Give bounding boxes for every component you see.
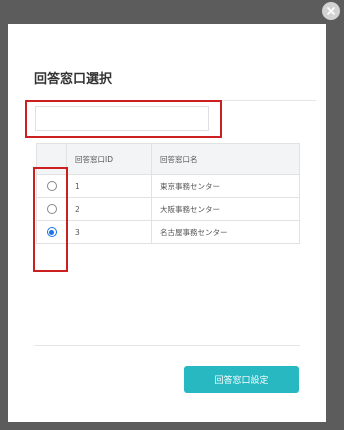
- cell-window-name: 名古屋事務センター: [151, 220, 300, 244]
- modal-dialog: 回答窓口選択 回答窓口ID 回答窓口名 1 東京事務センター 2 大阪事務センタ…: [8, 24, 326, 422]
- modal-title: 回答窓口選択: [34, 72, 113, 87]
- close-icon: [327, 7, 335, 15]
- cell-window-id: 1: [66, 174, 152, 198]
- header-window-id: 回答窓口ID: [66, 143, 152, 175]
- table-row[interactable]: 3 名古屋事務センター: [36, 220, 300, 244]
- cell-window-id: 2: [66, 197, 152, 221]
- cell-window-name: 東京事務センター: [151, 174, 300, 198]
- set-window-button[interactable]: 回答窓口設定: [184, 366, 299, 393]
- header-window-name: 回答窓口名: [151, 143, 300, 175]
- search-input[interactable]: [35, 106, 209, 131]
- table-row[interactable]: 2 大阪事務センター: [36, 197, 300, 221]
- cell-window-name: 大阪事務センター: [151, 197, 300, 221]
- close-button[interactable]: [322, 2, 340, 20]
- footer-divider: [34, 345, 300, 346]
- radio-highlight-box: [33, 167, 68, 272]
- table-header-row: 回答窓口ID 回答窓口名: [36, 143, 300, 175]
- window-table: 回答窓口ID 回答窓口名 1 東京事務センター 2 大阪事務センター 3 名古屋…: [36, 143, 300, 244]
- cell-window-id: 3: [66, 220, 152, 244]
- table-row[interactable]: 1 東京事務センター: [36, 174, 300, 198]
